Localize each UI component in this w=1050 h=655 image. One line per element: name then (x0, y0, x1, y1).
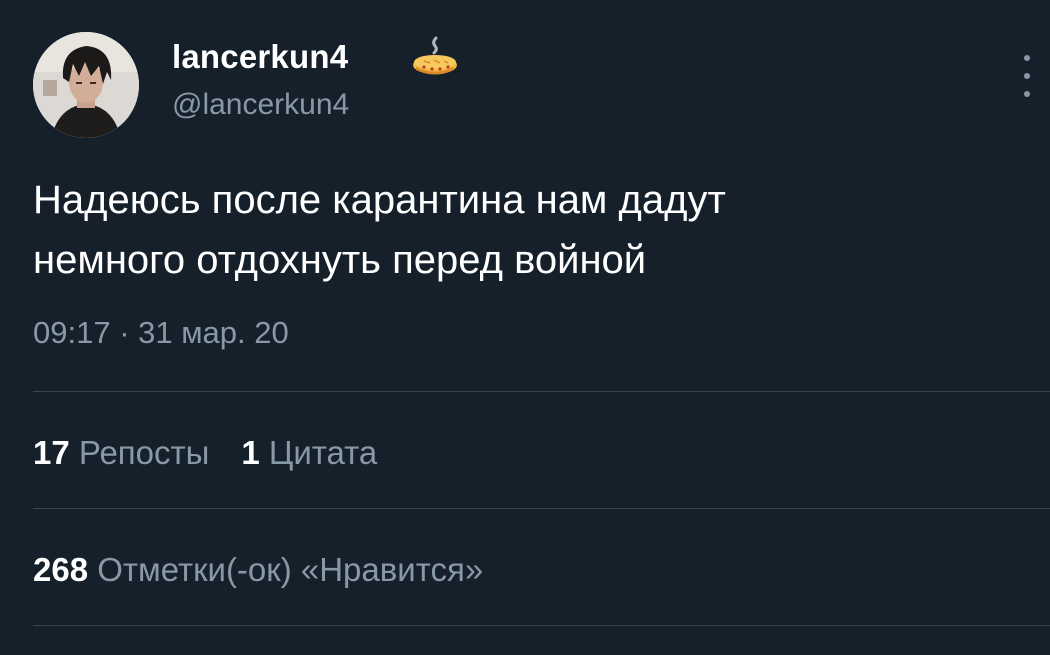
dot (1024, 91, 1030, 97)
quotes-label: Цитата (268, 434, 378, 471)
quotes-count: 1 (241, 434, 260, 471)
more-options-icon[interactable] (1012, 55, 1042, 97)
dot (1024, 55, 1030, 61)
timestamp[interactable]: 09:17 · 31 мар. 20 (33, 315, 289, 351)
divider (33, 625, 1050, 626)
quotes-stat[interactable]: 1 Цитата (241, 434, 377, 472)
avatar[interactable] (33, 32, 139, 138)
engagement-stats-row: 17 Репосты 1 Цитата (33, 434, 377, 472)
retweets-count: 17 (33, 434, 70, 471)
likes-stat[interactable]: 268 Отметки(-ок) «Нравится» (33, 551, 483, 589)
tweet-text: Надеюсь после карантина нам дадут немног… (33, 170, 1013, 290)
avatar-image (33, 32, 139, 138)
retweets-label: Репосты (78, 434, 210, 471)
tweet-text-line: немного отдохнуть перед войной (33, 238, 647, 282)
display-name[interactable]: lancerkun4 (172, 38, 348, 76)
tweet-detail: lancerkun4 @lancerkun4 Надеюсь после кар… (0, 0, 1050, 655)
tweet-text-line: Надеюсь после карантина нам дадут (33, 178, 726, 222)
divider (33, 391, 1050, 392)
dot (1024, 73, 1030, 79)
likes-count: 268 (33, 551, 89, 588)
likes-label: Отметки(-ок) «Нравится» (97, 551, 484, 588)
divider (33, 508, 1050, 509)
pie-icon (413, 36, 457, 75)
user-handle[interactable]: @lancerkun4 (172, 88, 349, 122)
retweets-stat[interactable]: 17 Репосты (33, 434, 209, 472)
likes-stats-row: 268 Отметки(-ок) «Нравится» (33, 551, 483, 589)
